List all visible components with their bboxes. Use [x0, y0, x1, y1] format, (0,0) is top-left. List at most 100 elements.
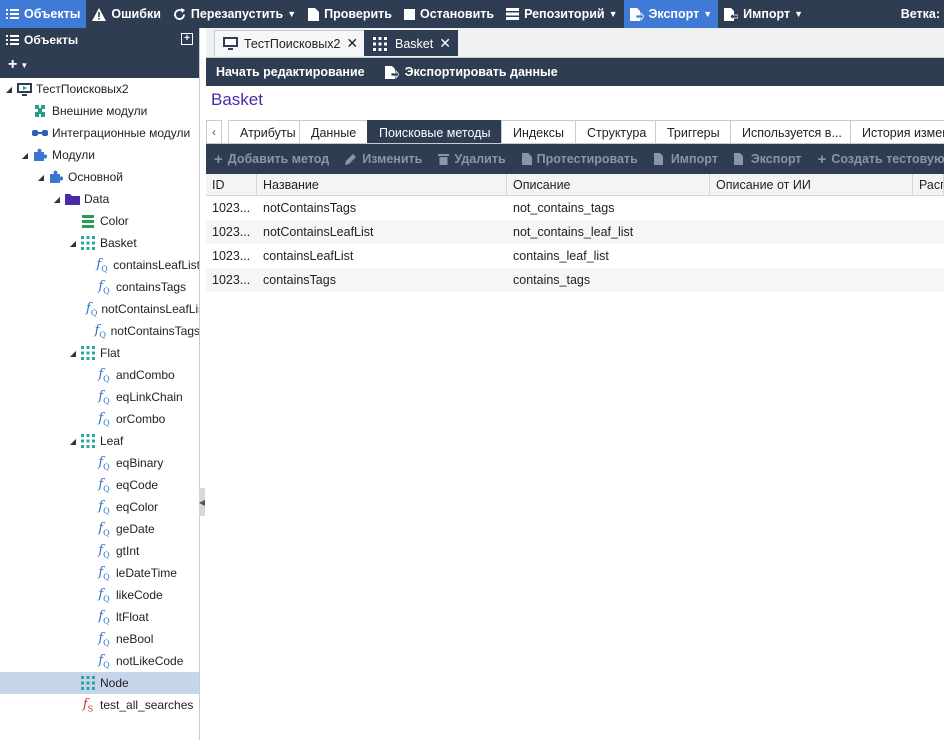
tree-item[interactable]: ◢ Flat [0, 342, 199, 364]
close-icon[interactable]: ✕ [439, 35, 451, 52]
expand-toggle-icon[interactable]: ◢ [68, 349, 78, 358]
tree-item[interactable]: fQ containsLeafList [0, 254, 200, 276]
export-button[interactable]: Экспорт ▼ [623, 0, 719, 28]
close-icon[interactable]: ✕ [346, 35, 358, 52]
tab-attributes[interactable]: Атрибуты [228, 120, 308, 143]
import-methods-button[interactable]: Импорт [646, 152, 726, 166]
tree-item[interactable]: fQ eqLinkChain [0, 386, 199, 408]
tab-triggers[interactable]: Триггеры [655, 120, 732, 143]
tree-item[interactable]: ◢ Модули [0, 144, 199, 166]
add-method-button[interactable]: + Добавить метод [206, 151, 337, 168]
tab-data[interactable]: Данные [299, 120, 369, 143]
objects-panel-title: Объекты [24, 33, 79, 47]
import-button[interactable]: Импорт ▼ [718, 0, 809, 28]
tree-item[interactable]: fQ notContainsTags [0, 320, 199, 342]
start-editing-label: Начать редактирование [216, 65, 365, 79]
column-header[interactable]: Название [257, 174, 507, 196]
tree-item[interactable]: ◢ Basket [0, 232, 199, 254]
column-header[interactable]: Расп [913, 174, 944, 196]
check-button[interactable]: Проверить [302, 0, 398, 28]
tree-item[interactable]: fQ ltFloat [0, 606, 199, 628]
restart-button[interactable]: Перезапустить ▼ [167, 0, 302, 28]
tab-used-in[interactable]: Используется в... [730, 120, 854, 143]
tree-item[interactable]: fQ geDate [0, 518, 199, 540]
tree-item[interactable]: fQ andCombo [0, 364, 199, 386]
column-header[interactable]: Описание [507, 174, 710, 196]
tree-item[interactable]: fQ gtInt [0, 540, 199, 562]
chevron-down-icon[interactable]: ▼ [20, 61, 28, 70]
tree-item[interactable]: fQ eqBinary [0, 452, 199, 474]
table-row[interactable]: 1023... containsLeafList contains_leaf_lis… [206, 244, 944, 268]
function-q-icon: fQ [98, 278, 110, 296]
external-module-icon [32, 103, 48, 119]
tree-item[interactable]: fQ orCombo [0, 408, 199, 430]
table-row[interactable]: 1023... notContainsLeafList not_contains_l… [206, 220, 944, 244]
function-s-icon: fS [82, 696, 94, 714]
tree-item[interactable]: fQ notContainsLeafList [0, 298, 199, 320]
tree-item[interactable]: fQ eqColor [0, 496, 199, 518]
tree-item-label: eqCode [116, 478, 159, 492]
expand-toggle-icon[interactable]: ◢ [4, 85, 14, 94]
branch-label: Ветка: [896, 0, 944, 28]
integration-module-icon [32, 125, 48, 141]
table-cell [710, 220, 913, 244]
tree-item[interactable]: ◢ ТестПоисковых2 [0, 78, 199, 100]
import-icon [653, 153, 666, 165]
errors-button[interactable]: Ошибки [86, 0, 167, 28]
tab-indexes[interactable]: Индексы [501, 120, 576, 143]
expand-toggle-icon[interactable]: ◢ [68, 239, 78, 248]
entity-grid-icon [80, 675, 96, 691]
column-header[interactable]: Описание от ИИ [710, 174, 913, 196]
tree-item[interactable]: Color [0, 210, 199, 232]
delete-method-button[interactable]: Удалить [430, 152, 513, 166]
function-q-icon: fQ [98, 410, 110, 428]
objects-button[interactable]: Объекты [0, 0, 87, 28]
tree-item[interactable]: fS test_all_searches [0, 694, 199, 716]
edit-method-button[interactable]: Изменить [337, 152, 430, 166]
folder-icon [64, 191, 80, 207]
tree-item[interactable]: fQ notLikeCode [0, 650, 199, 672]
expand-toggle-icon[interactable]: ◢ [68, 437, 78, 446]
function-q-icon: fQ [98, 608, 110, 626]
repository-button[interactable]: Репозиторий ▼ [500, 0, 623, 28]
doc-tab-project[interactable]: ТестПоисковых2 ✕ [214, 30, 366, 56]
expand-toggle-icon[interactable]: ◢ [52, 195, 62, 204]
tree-item-label: containsLeafList [113, 258, 200, 272]
table-cell [913, 220, 944, 244]
panel-splitter-handle[interactable]: ◀ [199, 488, 205, 516]
tree-item[interactable]: fQ neBool [0, 628, 199, 650]
export-methods-button[interactable]: Экспорт [726, 152, 810, 166]
tree-item[interactable]: Интеграционные модули [0, 122, 199, 144]
expand-toggle-icon[interactable]: ◢ [36, 173, 46, 182]
expand-panel-icon[interactable]: + [181, 33, 193, 45]
function-q-icon: fQ [98, 630, 110, 648]
test-method-button[interactable]: Протестировать [514, 152, 646, 166]
table-row[interactable]: 1023... containsTags contains_tags [206, 268, 944, 292]
tree-item[interactable]: ◢ Data [0, 188, 199, 210]
tree-item[interactable]: Node [0, 672, 199, 694]
start-editing-button[interactable]: Начать редактирование [206, 65, 375, 79]
doc-tab-basket[interactable]: Basket ✕ [364, 30, 458, 56]
chevron-left-icon[interactable]: ‹ [206, 120, 222, 143]
tab-history[interactable]: История измен [850, 120, 944, 143]
add-object-button[interactable]: + [8, 56, 17, 74]
tab-structure[interactable]: Структура [575, 120, 659, 143]
create-test-function-button[interactable]: + Создать тестовую фун [810, 151, 944, 168]
tree-item[interactable]: fQ containsTags [0, 276, 199, 298]
restart-label: Перезапустить [190, 7, 284, 21]
tree-item[interactable]: ◢ Основной [0, 166, 199, 188]
tree-item[interactable]: Внешние модули [0, 100, 199, 122]
page-title: Basket [211, 90, 263, 109]
export-data-button[interactable]: Экспортировать данные [375, 65, 568, 79]
tree-item[interactable]: fQ eqCode [0, 474, 199, 496]
tree-item[interactable]: fQ leDateTime [0, 562, 199, 584]
table-row[interactable]: 1023... notContainsTags not_contains_tags [206, 196, 944, 220]
stop-button[interactable]: Остановить [398, 0, 500, 28]
tab-search-methods[interactable]: Поисковые методы [367, 120, 503, 143]
expand-toggle-icon[interactable]: ◢ [20, 151, 30, 160]
tree-item-label: orCombo [116, 412, 166, 426]
tree-item[interactable]: fQ likeCode [0, 584, 199, 606]
check-label: Проверить [324, 7, 392, 21]
column-header[interactable]: ID [206, 174, 257, 196]
tree-item[interactable]: ◢ Leaf [0, 430, 199, 452]
